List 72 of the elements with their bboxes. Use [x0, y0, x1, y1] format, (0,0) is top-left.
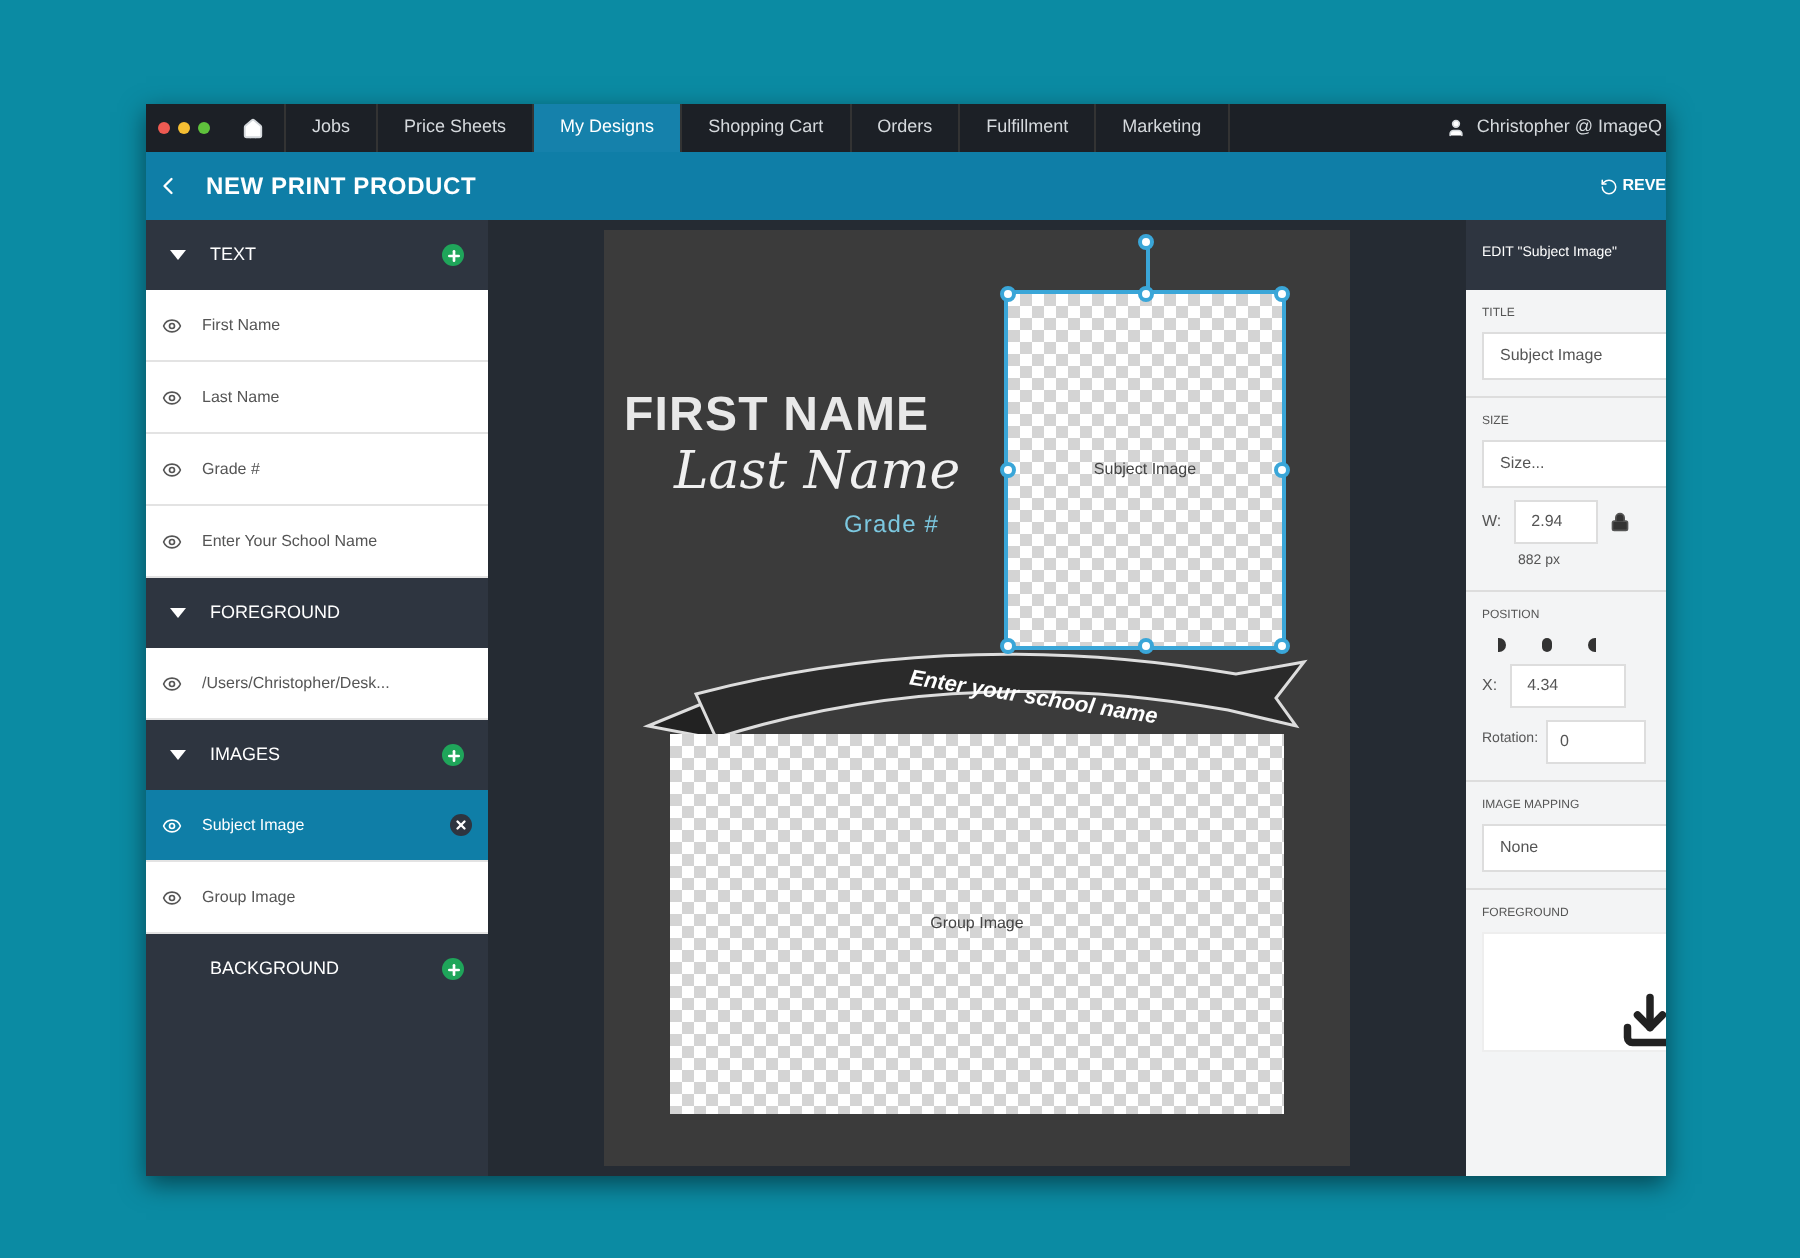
layer-item[interactable]: Subject Image — [146, 790, 488, 862]
width-field[interactable]: 2.94 — [1513, 500, 1598, 544]
image-placeholder[interactable]: Group Image — [670, 734, 1284, 1114]
x-field[interactable]: 4.34 — [1509, 663, 1626, 707]
resize-handle[interactable] — [1000, 286, 1016, 302]
group-title: IMAGES — [210, 741, 281, 768]
layer-label: Enter Your School Name — [202, 529, 378, 553]
add-icon[interactable] — [442, 244, 464, 266]
resize-handle[interactable] — [1274, 286, 1290, 302]
size-dropdown[interactable]: Size... — [1482, 440, 1666, 488]
caret-icon[interactable] — [170, 607, 186, 619]
group-title: BACKGROUND — [210, 955, 340, 982]
layer-label: /Users/Christopher/Desk... — [202, 671, 390, 695]
revert-button[interactable]: REVE — [1600, 174, 1666, 198]
visibility-icon[interactable] — [162, 531, 182, 551]
nav-tab[interactable]: My Designs — [534, 104, 683, 152]
visibility-icon[interactable] — [162, 315, 182, 335]
layer-label: First Name — [202, 313, 281, 337]
title-field[interactable]: Subject Image — [1482, 332, 1666, 380]
field-label: W: — [1482, 510, 1502, 534]
undo-icon — [1600, 177, 1619, 195]
layer-item[interactable]: /Users/Christopher/Desk... — [146, 648, 488, 720]
caret-icon[interactable] — [170, 749, 186, 761]
resize-handle[interactable] — [1137, 234, 1153, 250]
upload-area[interactable] — [1482, 931, 1666, 1051]
group-title: TEXT — [210, 241, 257, 268]
resize-handle[interactable] — [1274, 638, 1290, 654]
layer-label: Group Image — [202, 885, 296, 909]
first-name-text: FIRST NAME — [624, 386, 930, 446]
resize-handle[interactable] — [1000, 638, 1016, 654]
school-name-text: Enter your school name — [906, 664, 1160, 734]
layer-label: Grade # — [202, 457, 260, 481]
layer-item[interactable]: Enter Your School Name — [146, 506, 488, 578]
resize-handle[interactable] — [1137, 286, 1153, 302]
align-right-icon[interactable] — [1588, 637, 1596, 651]
layer-item[interactable]: First Name — [146, 290, 488, 362]
download-icon — [1620, 989, 1666, 1049]
align-left-icon[interactable] — [1498, 637, 1506, 651]
image-label: Subject Image — [1093, 458, 1197, 482]
resize-handle[interactable] — [1000, 462, 1016, 478]
visibility-icon[interactable] — [162, 459, 182, 479]
visibility-icon[interactable] — [162, 887, 182, 907]
layer-group-header[interactable]: IMAGES — [146, 720, 488, 790]
resize-handle[interactable] — [1137, 638, 1153, 654]
layer-group-header[interactable]: TEXT — [146, 220, 488, 290]
add-icon[interactable] — [442, 744, 464, 766]
rotation-field[interactable]: 0 — [1546, 719, 1647, 763]
layer-item[interactable]: Group Image — [146, 862, 488, 934]
field-label: X: — [1482, 673, 1498, 697]
mapping-dropdown[interactable]: None — [1482, 823, 1666, 871]
remove-icon[interactable] — [450, 814, 472, 836]
caret-icon[interactable] — [170, 249, 186, 261]
visibility-icon[interactable] — [162, 673, 182, 693]
user-icon — [1446, 118, 1467, 138]
page-title: NEW PRINT PRODUCT — [206, 170, 477, 204]
layer-label: Subject Image — [202, 813, 305, 837]
lock-icon[interactable] — [1609, 512, 1630, 532]
layer-item[interactable]: Last Name — [146, 362, 488, 434]
image-label: Group Image — [930, 912, 1024, 936]
add-icon[interactable] — [442, 958, 464, 980]
layer-label: Last Name — [202, 385, 280, 409]
resize-handle[interactable] — [1274, 462, 1290, 478]
user-name[interactable]: Christopher @ ImageQ — [1476, 114, 1662, 142]
layer-group-header[interactable]: FOREGROUND — [146, 578, 488, 648]
home-icon[interactable] — [242, 117, 264, 139]
grade-text: Grade # — [844, 508, 940, 542]
layer-group-header[interactable]: BACKGROUND — [146, 934, 488, 1004]
layer-item[interactable]: Grade # — [146, 434, 488, 506]
visibility-icon[interactable] — [162, 387, 182, 407]
group-title: FOREGROUND — [210, 599, 340, 626]
last-name-text: Last Name — [674, 440, 961, 506]
align-center-icon[interactable] — [1542, 637, 1552, 651]
